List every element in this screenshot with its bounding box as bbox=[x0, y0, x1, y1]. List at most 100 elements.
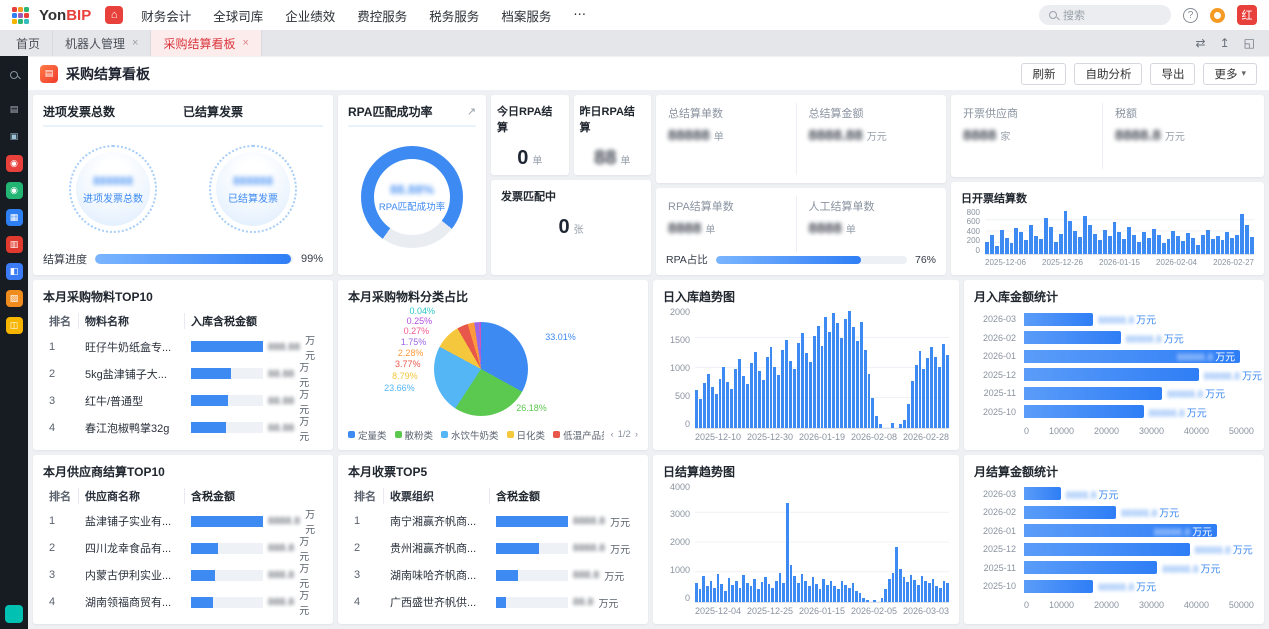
bar-track bbox=[496, 543, 568, 554]
rank-cell: 4 bbox=[43, 422, 79, 434]
nav-item[interactable]: 费控服务 bbox=[357, 6, 407, 25]
bar bbox=[728, 578, 731, 602]
sidebar-app-red-icon[interactable]: ◉ bbox=[6, 155, 23, 172]
sidebar-clipboard-icon[interactable]: ▤ bbox=[6, 101, 23, 118]
bar bbox=[496, 543, 539, 554]
bar bbox=[942, 344, 945, 428]
next-page-icon[interactable]: › bbox=[635, 429, 638, 440]
prev-page-icon[interactable]: ‹ bbox=[610, 429, 613, 440]
bar bbox=[1068, 221, 1072, 254]
help-icon[interactable]: ? bbox=[1183, 8, 1198, 23]
notification-icon[interactable] bbox=[1210, 8, 1225, 23]
more-button[interactable]: 更多▾ bbox=[1203, 63, 1257, 85]
tab-机器人管理[interactable]: 机器人管理× bbox=[53, 30, 151, 56]
card-material-top10: 本月采购物料TOP10 排名物料名称入库含税金额1旺仔牛奶纸盒专...888.8… bbox=[33, 280, 333, 450]
bar bbox=[828, 332, 831, 428]
bar bbox=[903, 577, 906, 602]
upload-icon[interactable]: ↥ bbox=[1220, 36, 1230, 50]
sidebar-app-green-icon[interactable]: ◉ bbox=[6, 182, 23, 199]
bar bbox=[797, 583, 800, 602]
bar bbox=[813, 336, 816, 428]
logo-dot bbox=[12, 13, 17, 18]
legend-dot bbox=[507, 431, 514, 438]
fullscreen-icon[interactable]: ◱ bbox=[1244, 36, 1255, 50]
close-icon[interactable]: × bbox=[132, 37, 138, 49]
home-icon[interactable]: ⌂ bbox=[105, 6, 123, 24]
avatar[interactable]: 红 bbox=[1237, 5, 1257, 25]
bar bbox=[742, 575, 745, 602]
legend-item[interactable]: 水饮牛奶类 bbox=[441, 428, 499, 442]
bar bbox=[742, 376, 745, 427]
sidebar-bottom-app-icon[interactable] bbox=[5, 605, 23, 623]
card-today-rpa: 今日RPA结算 0单 bbox=[491, 95, 569, 175]
bar bbox=[1221, 240, 1225, 254]
expand-icon[interactable]: ↗ bbox=[467, 105, 476, 118]
value-cell: 88.88万元 bbox=[185, 359, 323, 389]
bar: 88888.8万元 bbox=[1024, 313, 1093, 326]
legend-item[interactable]: 低温产品类 bbox=[553, 428, 604, 442]
close-icon[interactable]: × bbox=[242, 37, 248, 49]
sidebar-app-cart-icon[interactable]: ◫ bbox=[6, 317, 23, 334]
bar bbox=[758, 371, 761, 427]
bar bbox=[1054, 242, 1058, 254]
bar bbox=[848, 311, 851, 428]
bar bbox=[1029, 225, 1033, 254]
category-label: 2026-03 bbox=[974, 489, 1016, 499]
nav-item[interactable]: 全球司库 bbox=[213, 6, 263, 25]
card-title: 今日RPA结算 bbox=[497, 103, 563, 135]
masked-value: 8888.8 bbox=[1115, 127, 1161, 144]
x-axis: 01000020000300004000050000 bbox=[974, 426, 1254, 436]
tab-首页[interactable]: 首页 bbox=[4, 30, 53, 56]
sidebar-app-orange-icon[interactable]: ▨ bbox=[6, 290, 23, 307]
hbar-track: 88888.8万元 bbox=[1024, 331, 1254, 344]
value-unit: 万元 bbox=[1098, 486, 1118, 501]
masked-value: 888.8 bbox=[573, 569, 599, 581]
stat-total-amount: 总结算金额 8888.88万元 bbox=[796, 103, 937, 175]
sidebar-app-blue-grid-icon[interactable]: ▦ bbox=[6, 209, 23, 226]
header-button-刷新[interactable]: 刷新 bbox=[1021, 63, 1066, 85]
bar bbox=[702, 576, 705, 602]
value-unit: 万元 bbox=[1136, 579, 1156, 594]
bar bbox=[779, 573, 782, 602]
header-button-自助分析[interactable]: 自助分析 bbox=[1074, 63, 1142, 85]
legend-label: 日化类 bbox=[517, 428, 546, 442]
bar bbox=[899, 424, 902, 428]
bar bbox=[695, 390, 698, 427]
sidebar-search-icon[interactable] bbox=[6, 66, 23, 83]
header-button-导出[interactable]: 导出 bbox=[1150, 63, 1195, 85]
legend-item[interactable]: 日化类 bbox=[507, 428, 546, 442]
legend-item[interactable]: 散粉类 bbox=[395, 428, 434, 442]
bar bbox=[926, 358, 929, 427]
table-row: 1盐津铺子实业有...8888.8万元 bbox=[43, 508, 323, 535]
nav-item[interactable]: ⋯ bbox=[573, 6, 586, 25]
masked-value: 88.8 bbox=[573, 596, 593, 608]
switch-icon[interactable]: ⇄ bbox=[1196, 36, 1206, 50]
rpa-ratio-progress: RPA占比 76% bbox=[666, 252, 936, 267]
nav-item[interactable]: 税务服务 bbox=[429, 6, 479, 25]
tab-采购结算看板[interactable]: 采购结算看板× bbox=[151, 30, 261, 56]
bar bbox=[866, 600, 869, 602]
sidebar-app-indigo-icon[interactable]: ◧ bbox=[6, 263, 23, 280]
legend-label: 低温产品类 bbox=[563, 428, 604, 442]
nav-item[interactable]: 档案服务 bbox=[501, 6, 551, 25]
legend-label: 散粉类 bbox=[405, 428, 434, 442]
sidebar-app-crimson-icon[interactable]: ▥ bbox=[6, 236, 23, 253]
x-axis: 01000020000300004000050000 bbox=[974, 600, 1254, 610]
bar bbox=[1176, 236, 1180, 254]
card-title: 本月收票TOP5 bbox=[348, 463, 638, 480]
value-unit: 万元 bbox=[1201, 560, 1221, 575]
hbar-row: 2025-1088888.8万元 bbox=[974, 405, 1254, 418]
bar bbox=[805, 353, 808, 427]
rpa-rate-link[interactable]: RPA匹配成功率 bbox=[379, 199, 445, 213]
sidebar-workbench-icon[interactable]: ▣ bbox=[6, 128, 23, 145]
bar-track bbox=[191, 597, 263, 608]
search-input[interactable]: 搜索 bbox=[1039, 5, 1171, 25]
logo-dot bbox=[12, 7, 17, 12]
card-invoice-suppliers: 开票供应商 8888家 税额 8888.8万元 bbox=[951, 95, 1264, 177]
bar bbox=[695, 583, 698, 602]
legend-item[interactable]: 定量类 bbox=[348, 428, 387, 442]
hbar-track: 88888.8万元 bbox=[1024, 580, 1254, 593]
hbar-row: 2025-1288888.8万元 bbox=[974, 543, 1254, 556]
nav-item[interactable]: 企业绩效 bbox=[285, 6, 335, 25]
nav-item[interactable]: 财务会计 bbox=[141, 6, 191, 25]
